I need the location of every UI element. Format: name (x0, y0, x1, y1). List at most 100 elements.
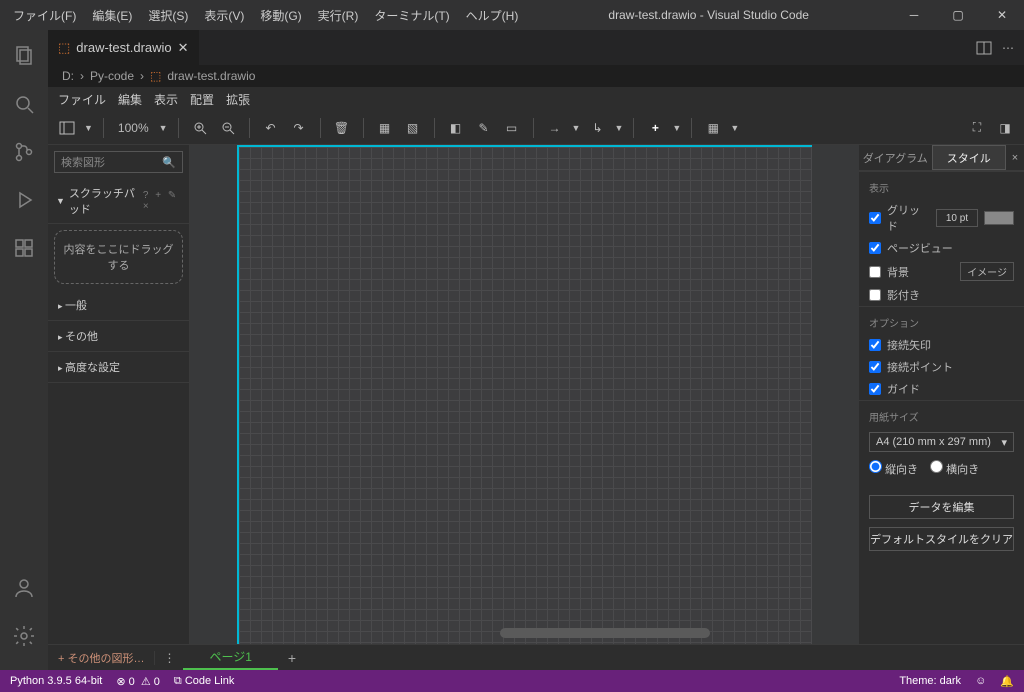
menu-run[interactable]: 実行(R) (311, 3, 366, 28)
insert-icon[interactable]: + (644, 117, 666, 139)
category-advanced[interactable]: ▸ 高度な設定 (48, 352, 189, 383)
grid-color-swatch[interactable] (984, 211, 1014, 225)
to-back-icon[interactable]: ▧ (402, 117, 424, 139)
shadow-label: 影付き (887, 287, 1014, 303)
drawio-menu-view[interactable]: 表示 (154, 91, 178, 108)
account-icon[interactable] (0, 568, 48, 608)
tab-diagram[interactable]: ダイアグラム (859, 145, 932, 170)
zoom-in-icon[interactable] (189, 117, 211, 139)
more-actions-icon[interactable]: ⋯ (1002, 41, 1014, 55)
format-panel-icon[interactable]: ◨ (994, 117, 1016, 139)
pageview-checkbox[interactable] (869, 242, 881, 254)
tab-draw-test[interactable]: ⬚ draw-test.drawio ✕ (48, 30, 199, 65)
canvas-area[interactable] (190, 145, 859, 644)
search-icon: 🔍 (162, 156, 176, 169)
undo-icon[interactable]: ↶ (260, 117, 282, 139)
status-python[interactable]: Python 3.9.5 64-bit (10, 675, 102, 687)
delete-icon[interactable]: 🗑 (331, 117, 353, 139)
fill-color-icon[interactable]: ◧ (445, 117, 467, 139)
tab-label: draw-test.drawio (76, 40, 171, 55)
page-menu-icon[interactable]: ⋮ (154, 651, 183, 665)
category-general[interactable]: ▸ 一般 (48, 290, 189, 321)
status-theme[interactable]: Theme: dark (899, 675, 961, 687)
drawio-toolbar: ▼ 100%▼ ↶ ↷ 🗑 ▦ ▧ ◧ ✎ ▭ →▼ ↳▼ +▼ ▦▼ (48, 111, 1024, 145)
shape-search-input[interactable]: 検索図形 🔍 (54, 151, 183, 173)
portrait-radio[interactable]: 縦向き (869, 460, 918, 477)
grid-size-input[interactable]: 10 pt (936, 209, 978, 227)
more-shapes-button[interactable]: + その他の図形… (48, 650, 154, 666)
grid-checkbox[interactable] (869, 212, 881, 224)
menu-terminal[interactable]: ターミナル(T) (367, 3, 456, 28)
page-tab-1[interactable]: ページ1 (183, 645, 277, 670)
scratchpad-tools[interactable]: ? + ✎ × (143, 190, 181, 212)
breadcrumb[interactable]: D:› Py-code› ⬚ draw-test.drawio (48, 65, 1024, 87)
drawing-canvas[interactable] (237, 145, 812, 644)
scratchpad-header[interactable]: ▼スクラッチパッド ? + ✎ × (48, 179, 189, 224)
split-editor-icon[interactable] (976, 40, 992, 56)
zoom-value[interactable]: 100% (114, 121, 153, 135)
search-icon[interactable] (0, 84, 48, 124)
format-panel: ダイアグラム スタイル × 表示 グリッド10 pt ページビュー 背景イメージ… (859, 145, 1024, 644)
run-debug-icon[interactable] (0, 180, 48, 220)
horizontal-scrollbar[interactable] (430, 628, 789, 638)
menu-help[interactable]: ヘルプ(H) (459, 3, 526, 28)
zoom-out-icon[interactable] (217, 117, 239, 139)
breadcrumb-root[interactable]: D: (62, 69, 74, 83)
add-page-button[interactable]: + (278, 650, 306, 666)
paper-size-select[interactable]: A4 (210 mm x 297 mm)▾ (869, 432, 1014, 452)
settings-gear-icon[interactable] (0, 616, 48, 656)
status-problems[interactable]: ⊗ 0 ⚠ 0 (116, 675, 160, 688)
status-codelink[interactable]: ⧉ Code Link (174, 675, 234, 688)
shadow-checkbox[interactable] (869, 289, 881, 301)
conn-arrow-checkbox[interactable] (869, 339, 881, 351)
source-control-icon[interactable] (0, 132, 48, 172)
tab-style[interactable]: スタイル (932, 145, 1007, 170)
image-button[interactable]: イメージ (960, 262, 1014, 281)
close-button[interactable]: ✕ (980, 0, 1024, 30)
to-front-icon[interactable]: ▦ (374, 117, 396, 139)
drawio-menu-extras[interactable]: 拡張 (226, 91, 250, 108)
scratchpad-dropzone[interactable]: 内容をここにドラッグする (54, 230, 183, 284)
edit-data-button[interactable]: データを編集 (869, 495, 1014, 519)
pageview-label: ページビュー (887, 240, 1014, 256)
menu-edit[interactable]: 編集(E) (85, 3, 139, 28)
drawio-file-icon: ⬚ (150, 69, 161, 83)
line-color-icon[interactable]: ✎ (473, 117, 495, 139)
drawio-menu-edit[interactable]: 編集 (118, 91, 142, 108)
guide-checkbox[interactable] (869, 383, 881, 395)
breadcrumb-file[interactable]: draw-test.drawio (167, 69, 255, 83)
explorer-icon[interactable] (0, 36, 48, 76)
menu-file[interactable]: ファイル(F) (6, 3, 83, 28)
feedback-icon[interactable]: ☺ (975, 675, 986, 687)
landscape-radio[interactable]: 横向き (930, 460, 979, 477)
reset-style-button[interactable]: デフォルトスタイルをクリア (869, 527, 1014, 551)
shadow-icon[interactable]: ▭ (501, 117, 523, 139)
maximize-button[interactable]: ▢ (936, 0, 980, 30)
vscode-menubar: ファイル(F) 編集(E) 選択(S) 表示(V) 移動(G) 実行(R) ター… (0, 3, 525, 28)
menu-go[interactable]: 移動(G) (253, 3, 308, 28)
redo-icon[interactable]: ↷ (288, 117, 310, 139)
bell-icon[interactable]: 🔔 (1000, 675, 1014, 688)
minimize-button[interactable]: ─ (892, 0, 936, 30)
drawio-menu-arrange[interactable]: 配置 (190, 91, 214, 108)
drawio-footer: + その他の図形… ⋮ ページ1 + (48, 644, 1024, 670)
background-checkbox[interactable] (869, 266, 881, 278)
menu-view[interactable]: 表示(V) (197, 3, 251, 28)
menu-select[interactable]: 選択(S) (141, 3, 195, 28)
extensions-icon[interactable] (0, 228, 48, 268)
panel-close-icon[interactable]: × (1006, 145, 1024, 170)
activity-bar (0, 30, 48, 670)
toggle-sidebar-icon[interactable] (56, 117, 78, 139)
section-paper-label: 用紙サイズ (859, 400, 1024, 428)
tab-close-icon[interactable]: ✕ (178, 40, 189, 56)
category-other[interactable]: ▸ その他 (48, 321, 189, 352)
drawio-menu-file[interactable]: ファイル (58, 91, 106, 108)
conn-point-checkbox[interactable] (869, 361, 881, 373)
section-view-label: 表示 (859, 171, 1024, 199)
waypoint-icon[interactable]: ↳ (586, 117, 608, 139)
table-icon[interactable]: ▦ (702, 117, 724, 139)
breadcrumb-folder[interactable]: Py-code (90, 69, 134, 83)
fullscreen-icon[interactable]: ⛶ (966, 117, 988, 139)
drawio-file-icon: ⬚ (58, 40, 70, 56)
connection-icon[interactable]: → (544, 117, 566, 139)
